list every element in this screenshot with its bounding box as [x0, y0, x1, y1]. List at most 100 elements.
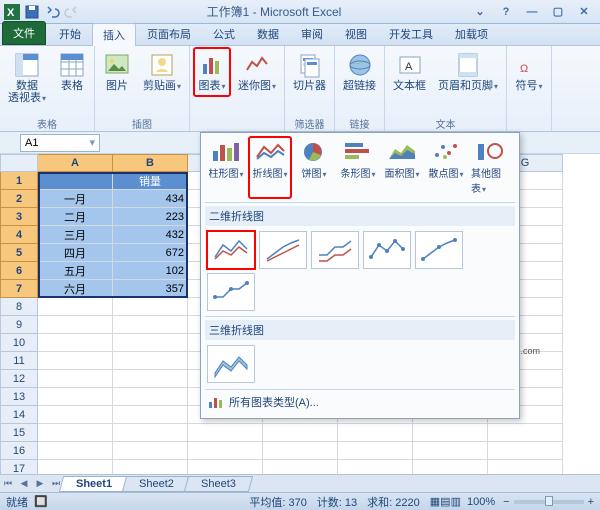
cell[interactable]	[113, 316, 188, 334]
tab-insert[interactable]: 插入	[92, 23, 136, 46]
cell[interactable]: 四月	[38, 244, 113, 262]
pivot-button[interactable]: 数据 透视表	[4, 48, 50, 108]
cell[interactable]	[188, 442, 263, 460]
sheet-tab-2[interactable]: Sheet2	[122, 476, 191, 492]
row-header-14[interactable]: 14	[0, 406, 38, 424]
other-chart-button[interactable]: 其他图表	[469, 137, 511, 198]
undo-icon[interactable]	[44, 4, 60, 20]
row-header-6[interactable]: 6	[0, 262, 38, 280]
cell[interactable]	[188, 424, 263, 442]
symbol-button[interactable]: Ω符号	[511, 48, 547, 96]
picture-button[interactable]: 图片	[99, 48, 135, 95]
row-header-11[interactable]: 11	[0, 352, 38, 370]
name-box[interactable]: A1▾	[20, 134, 100, 152]
cell[interactable]	[113, 424, 188, 442]
header-footer-button[interactable]: 页眉和页脚	[434, 48, 502, 96]
cell[interactable]: 434	[113, 190, 188, 208]
cell[interactable]	[113, 442, 188, 460]
tab-dev[interactable]: 开发工具	[378, 22, 444, 45]
cell[interactable]	[38, 424, 113, 442]
col-header-A[interactable]: A	[38, 154, 113, 172]
tab-formula[interactable]: 公式	[202, 22, 246, 45]
cell[interactable]	[113, 388, 188, 406]
cell[interactable]: 102	[113, 262, 188, 280]
textbox-button[interactable]: A文本框	[389, 48, 430, 95]
cell[interactable]	[113, 370, 188, 388]
row-header-13[interactable]: 13	[0, 388, 38, 406]
sheet-nav-next[interactable]: ▶	[33, 477, 47, 491]
zoom-label[interactable]: 100%	[467, 496, 495, 508]
cell[interactable]: 六月	[38, 280, 113, 298]
redo-icon[interactable]	[64, 4, 80, 20]
sheet-tab-1[interactable]: Sheet1	[59, 476, 129, 492]
cell[interactable]	[338, 442, 413, 460]
cell[interactable]	[488, 424, 563, 442]
tab-file[interactable]: 文件	[2, 21, 46, 45]
zoom-in-icon[interactable]: +	[588, 496, 594, 508]
line-chart-button[interactable]: 折线图	[249, 137, 291, 198]
cell[interactable]	[113, 298, 188, 316]
scatter-chart-button[interactable]: 散点图	[425, 137, 467, 198]
line-thumb-6[interactable]	[207, 273, 255, 311]
line-thumb-2[interactable]	[259, 231, 307, 269]
cell[interactable]: 一月	[38, 190, 113, 208]
line-thumb-4[interactable]	[363, 231, 411, 269]
zoom-slider[interactable]: − +	[503, 496, 594, 508]
view-layout-icon[interactable]: ▤	[440, 495, 450, 508]
cell[interactable]: 三月	[38, 226, 113, 244]
cell[interactable]	[263, 424, 338, 442]
save-icon[interactable]	[24, 4, 40, 20]
cell[interactable]: 357	[113, 280, 188, 298]
minimize-icon[interactable]: —	[520, 4, 544, 20]
bar-chart-button[interactable]: 条形图	[337, 137, 379, 198]
row-header-4[interactable]: 4	[0, 226, 38, 244]
cell[interactable]	[488, 442, 563, 460]
sparkline-button[interactable]: 迷你图	[234, 48, 280, 96]
view-break-icon[interactable]: ▥	[451, 495, 461, 508]
row-header-3[interactable]: 3	[0, 208, 38, 226]
line-thumb-5[interactable]	[415, 231, 463, 269]
cell[interactable]	[38, 388, 113, 406]
tab-layout[interactable]: 页面布局	[136, 22, 202, 45]
cell[interactable]: 五月	[38, 262, 113, 280]
cell[interactable]	[413, 442, 488, 460]
cell[interactable]: 432	[113, 226, 188, 244]
table-button[interactable]: 表格	[54, 48, 90, 95]
cell[interactable]: 销量	[113, 172, 188, 190]
ribbon-min-icon[interactable]: ⌄	[468, 4, 492, 20]
cell[interactable]	[338, 424, 413, 442]
row-header-8[interactable]: 8	[0, 298, 38, 316]
tab-addin[interactable]: 加载项	[444, 22, 499, 45]
cell[interactable]: 223	[113, 208, 188, 226]
row-header-12[interactable]: 12	[0, 370, 38, 388]
select-all-corner[interactable]	[0, 154, 38, 172]
sheet-nav-prev[interactable]: ◀	[17, 477, 31, 491]
row-header-2[interactable]: 2	[0, 190, 38, 208]
cell[interactable]	[413, 424, 488, 442]
row-header-7[interactable]: 7	[0, 280, 38, 298]
clipart-button[interactable]: 剪贴画	[139, 48, 185, 96]
row-header-10[interactable]: 10	[0, 334, 38, 352]
cell[interactable]: 672	[113, 244, 188, 262]
cell[interactable]	[38, 316, 113, 334]
zoom-out-icon[interactable]: −	[503, 496, 509, 508]
chart-button[interactable]: 图表	[194, 48, 230, 96]
cell[interactable]	[38, 406, 113, 424]
slicer-button[interactable]: 切片器	[289, 48, 330, 95]
col-header-B[interactable]: B	[113, 154, 188, 172]
line-thumb-3[interactable]	[311, 231, 359, 269]
all-chart-types-button[interactable]: 所有图表类型(A)...	[205, 389, 515, 414]
cell[interactable]	[113, 406, 188, 424]
cell[interactable]	[38, 298, 113, 316]
cell[interactable]	[113, 352, 188, 370]
hyperlink-button[interactable]: 超链接	[339, 48, 380, 95]
pie-chart-button[interactable]: 饼图	[293, 137, 335, 198]
line3d-thumb-1[interactable]	[207, 345, 255, 383]
view-normal-icon[interactable]: ▦	[430, 495, 440, 508]
cell[interactable]	[38, 352, 113, 370]
tab-view[interactable]: 视图	[334, 22, 378, 45]
row-header-15[interactable]: 15	[0, 424, 38, 442]
cell[interactable]	[38, 172, 113, 190]
cell[interactable]	[113, 334, 188, 352]
maximize-icon[interactable]: ▢	[546, 4, 570, 20]
